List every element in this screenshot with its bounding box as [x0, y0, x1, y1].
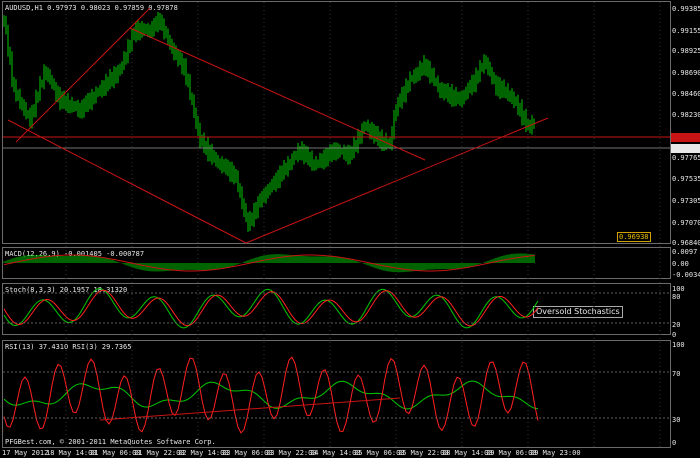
- trendline: [15, 7, 151, 143]
- rsi13-line: [3, 380, 539, 410]
- rsi3-line: [3, 356, 539, 434]
- chart-drawing: [3, 2, 700, 447]
- trendline: [7, 119, 247, 244]
- red-level-tag: [671, 133, 700, 142]
- trendline: [129, 27, 426, 161]
- stoch-main-line: [3, 287, 539, 329]
- current-price-tag: [671, 144, 700, 153]
